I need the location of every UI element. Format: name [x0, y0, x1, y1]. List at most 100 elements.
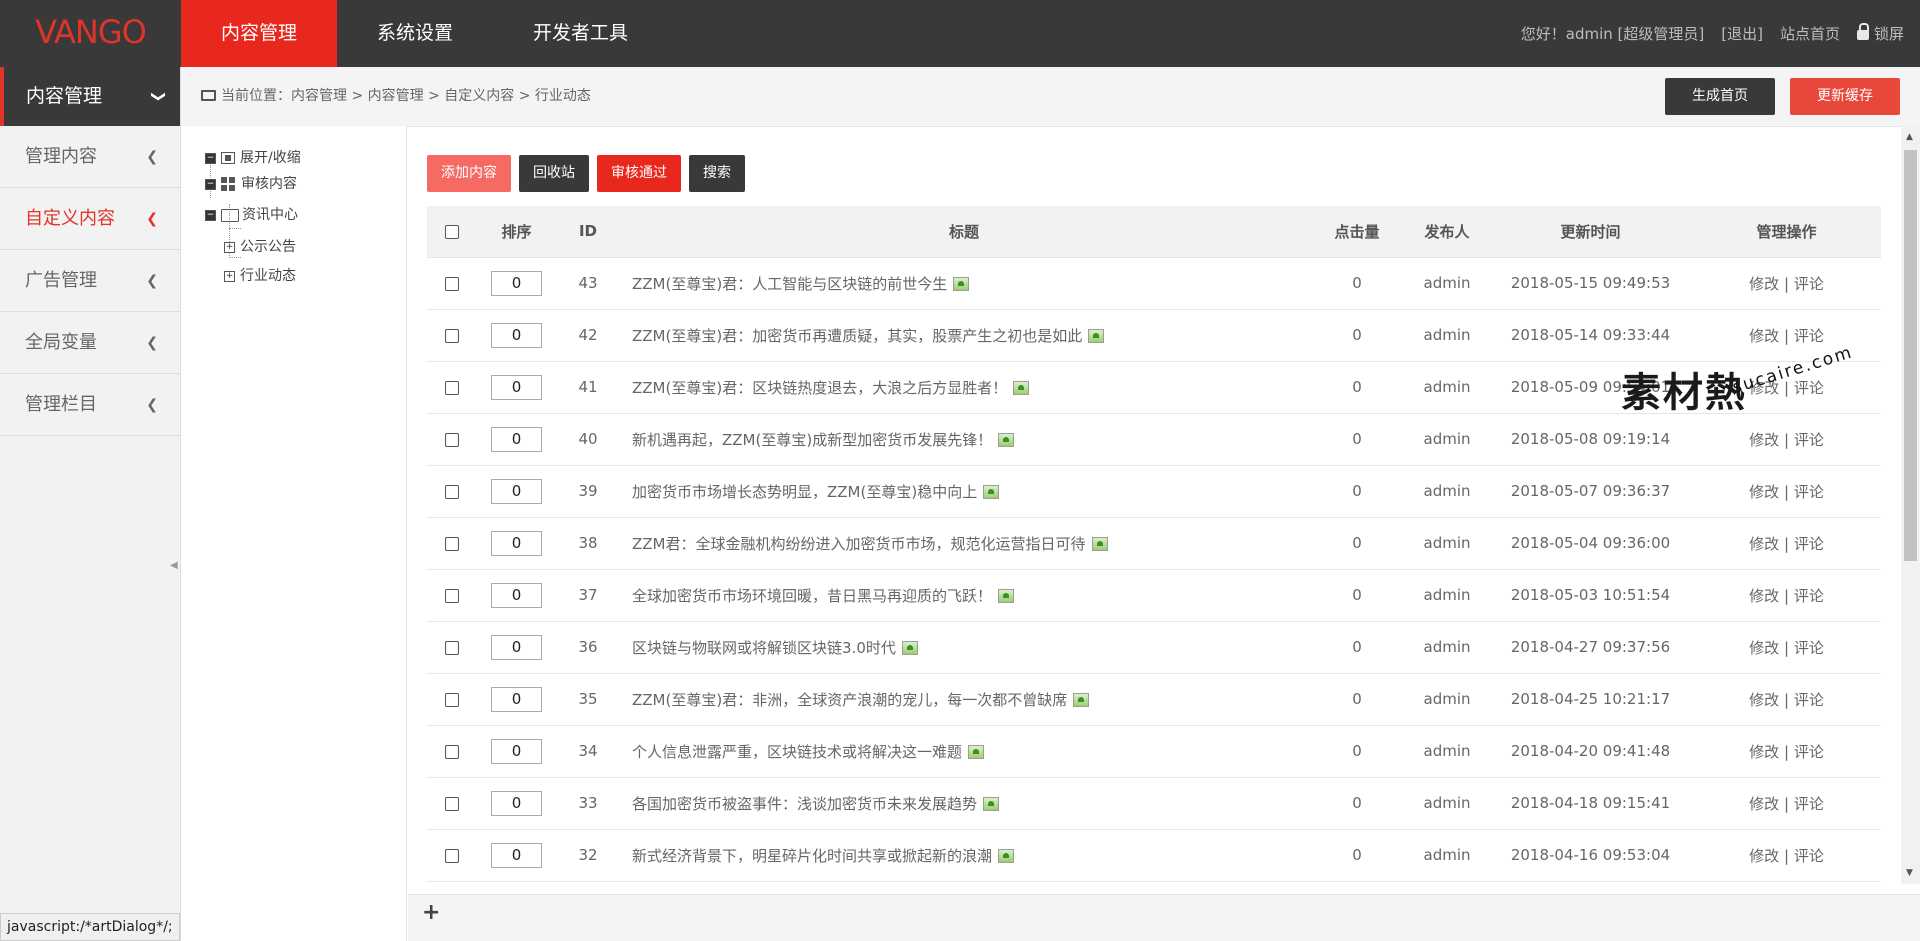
edit-link[interactable]: 修改 — [1749, 483, 1779, 501]
edit-link[interactable]: 修改 — [1749, 691, 1779, 709]
sidebar-head[interactable]: 内容管理 ❯ — [0, 67, 180, 126]
edit-link[interactable]: 修改 — [1749, 847, 1779, 865]
sidebar-item-global-vars[interactable]: 全局变量 ❮ — [0, 312, 180, 374]
edit-link[interactable]: 修改 — [1749, 639, 1779, 657]
sort-input[interactable]: 0 — [491, 270, 542, 296]
header-id[interactable]: ID — [557, 206, 619, 258]
edit-link[interactable]: 修改 — [1749, 431, 1779, 449]
logout-link[interactable]: [退出] — [1721, 23, 1763, 44]
header-clicks[interactable]: 点击量 — [1309, 206, 1405, 258]
approve-button[interactable]: 审核通过 — [597, 155, 681, 192]
scrollbar-thumb[interactable] — [1904, 150, 1917, 561]
tree-node-audit[interactable]: − 审核内容 — [205, 175, 297, 193]
row-checkbox[interactable] — [444, 640, 459, 655]
collapse-handle-icon[interactable]: ◀ — [170, 560, 178, 571]
comment-link[interactable]: 评论 — [1794, 639, 1824, 657]
row-ops: 修改 | 评论 — [1692, 257, 1881, 310]
row-checkbox[interactable] — [444, 328, 459, 343]
row-title-link[interactable]: ZZM(至尊宝)君：非洲，全球资产浪潮的宠儿，每一次都不曾缺席 — [632, 691, 1067, 709]
sidebar-item-columns[interactable]: 管理栏目 ❮ — [0, 374, 180, 436]
edit-link[interactable]: 修改 — [1749, 587, 1779, 605]
sort-input[interactable]: 0 — [491, 738, 542, 764]
topnav-devtools[interactable]: 开发者工具 — [493, 0, 668, 67]
chevron-down-icon: ❯ — [150, 90, 167, 103]
edit-link[interactable]: 修改 — [1749, 275, 1779, 293]
edit-link[interactable]: 修改 — [1749, 795, 1779, 813]
status-bar-url: javascript:/*artDialog*/; — [0, 913, 180, 941]
generate-home-button[interactable]: 生成首页 — [1665, 78, 1775, 115]
sort-input[interactable]: 0 — [491, 426, 542, 452]
row-checkbox[interactable] — [444, 744, 459, 759]
scroll-up-arrow-icon[interactable]: ▲ — [1906, 132, 1913, 142]
edit-link[interactable]: 修改 — [1749, 743, 1779, 761]
comment-link[interactable]: 评论 — [1794, 275, 1824, 293]
add-content-button[interactable]: 添加内容 — [427, 155, 511, 192]
sort-input[interactable]: 0 — [491, 790, 542, 816]
row-checkbox[interactable] — [444, 432, 459, 447]
sort-input[interactable]: 0 — [491, 582, 542, 608]
row-time: 2018-05-03 10:51:54 — [1489, 569, 1692, 622]
sort-input[interactable]: 0 — [491, 686, 542, 712]
site-home-link[interactable]: 站点首页 — [1780, 23, 1840, 44]
comment-link[interactable]: 评论 — [1794, 483, 1824, 501]
row-checkbox[interactable] — [444, 588, 459, 603]
row-title-link[interactable]: ZZM君：全球金融机构纷纷进入加密货币市场，规范化运营指日可待 — [632, 535, 1086, 553]
row-checkbox[interactable] — [444, 692, 459, 707]
sort-input[interactable]: 0 — [491, 322, 542, 348]
lock-screen-link[interactable]: 锁屏 — [1856, 23, 1904, 44]
edit-link[interactable]: 修改 — [1749, 535, 1779, 553]
topnav-content[interactable]: 内容管理 — [181, 0, 338, 67]
row-time: 2018-04-20 09:41:48 — [1489, 725, 1692, 778]
tree-node-industry[interactable]: + 行业动态 — [224, 267, 296, 285]
image-icon — [1073, 692, 1090, 707]
row-title-link[interactable]: 各国加密货币被盗事件：浅谈加密货币未来发展趋势 — [632, 795, 977, 813]
header-time[interactable]: 更新时间 — [1489, 206, 1692, 258]
sidebar-item-ads[interactable]: 广告管理 ❮ — [0, 250, 180, 312]
vertical-scrollbar[interactable]: ▲ ▼ — [1901, 126, 1920, 884]
row-title-link[interactable]: 新式经济背景下，明星碎片化时间共享或掀起新的浪潮 — [632, 847, 992, 865]
row-title-link[interactable]: 全球加密货币市场环境回暖，昔日黑马再迎质的飞跃！ — [632, 587, 992, 605]
select-all-checkbox[interactable] — [444, 224, 459, 239]
sort-input[interactable]: 0 — [491, 530, 542, 556]
row-title-link[interactable]: 个人信息泄露严重，区块链技术或将解决这一难题 — [632, 743, 962, 761]
search-button[interactable]: 搜索 — [689, 155, 745, 192]
comment-link[interactable]: 评论 — [1794, 327, 1824, 345]
sidebar-item-manage-content[interactable]: 管理内容 ❮ — [0, 126, 180, 188]
row-checkbox[interactable] — [444, 536, 459, 551]
comment-link[interactable]: 评论 — [1794, 431, 1824, 449]
row-checkbox[interactable] — [444, 276, 459, 291]
sort-input[interactable]: 0 — [491, 478, 542, 504]
topnav-settings[interactable]: 系统设置 — [337, 0, 493, 67]
row-checkbox[interactable] — [444, 848, 459, 863]
comment-link[interactable]: 评论 — [1794, 587, 1824, 605]
comment-link[interactable]: 评论 — [1794, 743, 1824, 761]
header-title[interactable]: 标题 — [619, 206, 1309, 258]
tree-node-news[interactable]: − 资讯中心 — [205, 206, 298, 224]
row-title-link[interactable]: 区块链与物联网或将解锁区块链3.0时代 — [632, 639, 896, 657]
row-title-link[interactable]: ZZM(至尊宝)君：区块链热度退去，大浪之后方显胜者！ — [632, 379, 1007, 397]
row-title-link[interactable]: ZZM(至尊宝)君：人工智能与区块链的前世今生 — [632, 275, 947, 293]
row-title-link[interactable]: 新机遇再起，ZZM(至尊宝)成新型加密货币发展先锋！ — [632, 431, 992, 449]
sort-input[interactable]: 0 — [491, 634, 542, 660]
comment-link[interactable]: 评论 — [1794, 535, 1824, 553]
tree-node-notice[interactable]: + 公示公告 — [224, 238, 296, 256]
row-checkbox[interactable] — [444, 796, 459, 811]
row-checkbox[interactable] — [444, 380, 459, 395]
header-author[interactable]: 发布人 — [1405, 206, 1489, 258]
sort-input[interactable]: 0 — [491, 842, 542, 868]
comment-link[interactable]: 评论 — [1794, 847, 1824, 865]
row-title-link[interactable]: ZZM(至尊宝)君：加密货币再遭质疑，其实，股票产生之初也是如此 — [632, 327, 1082, 345]
header-sort[interactable]: 排序 — [476, 206, 557, 258]
edit-link[interactable]: 修改 — [1749, 327, 1779, 345]
comment-link[interactable]: 评论 — [1794, 795, 1824, 813]
update-cache-button[interactable]: 更新缓存 — [1790, 78, 1900, 115]
comment-link[interactable]: 评论 — [1794, 691, 1824, 709]
recycle-bin-button[interactable]: 回收站 — [519, 155, 589, 192]
row-title-link[interactable]: 加密货币市场增长态势明显，ZZM(至尊宝)稳中向上 — [632, 483, 977, 501]
sidebar-item-custom-content[interactable]: 自定义内容 ❮ — [0, 188, 180, 250]
scroll-down-arrow-icon[interactable]: ▼ — [1906, 868, 1913, 878]
sort-input[interactable]: 0 — [491, 374, 542, 400]
plus-icon[interactable]: + — [422, 900, 440, 925]
tree-toggle-all[interactable]: − 展开/收缩 — [205, 149, 301, 167]
row-checkbox[interactable] — [444, 484, 459, 499]
